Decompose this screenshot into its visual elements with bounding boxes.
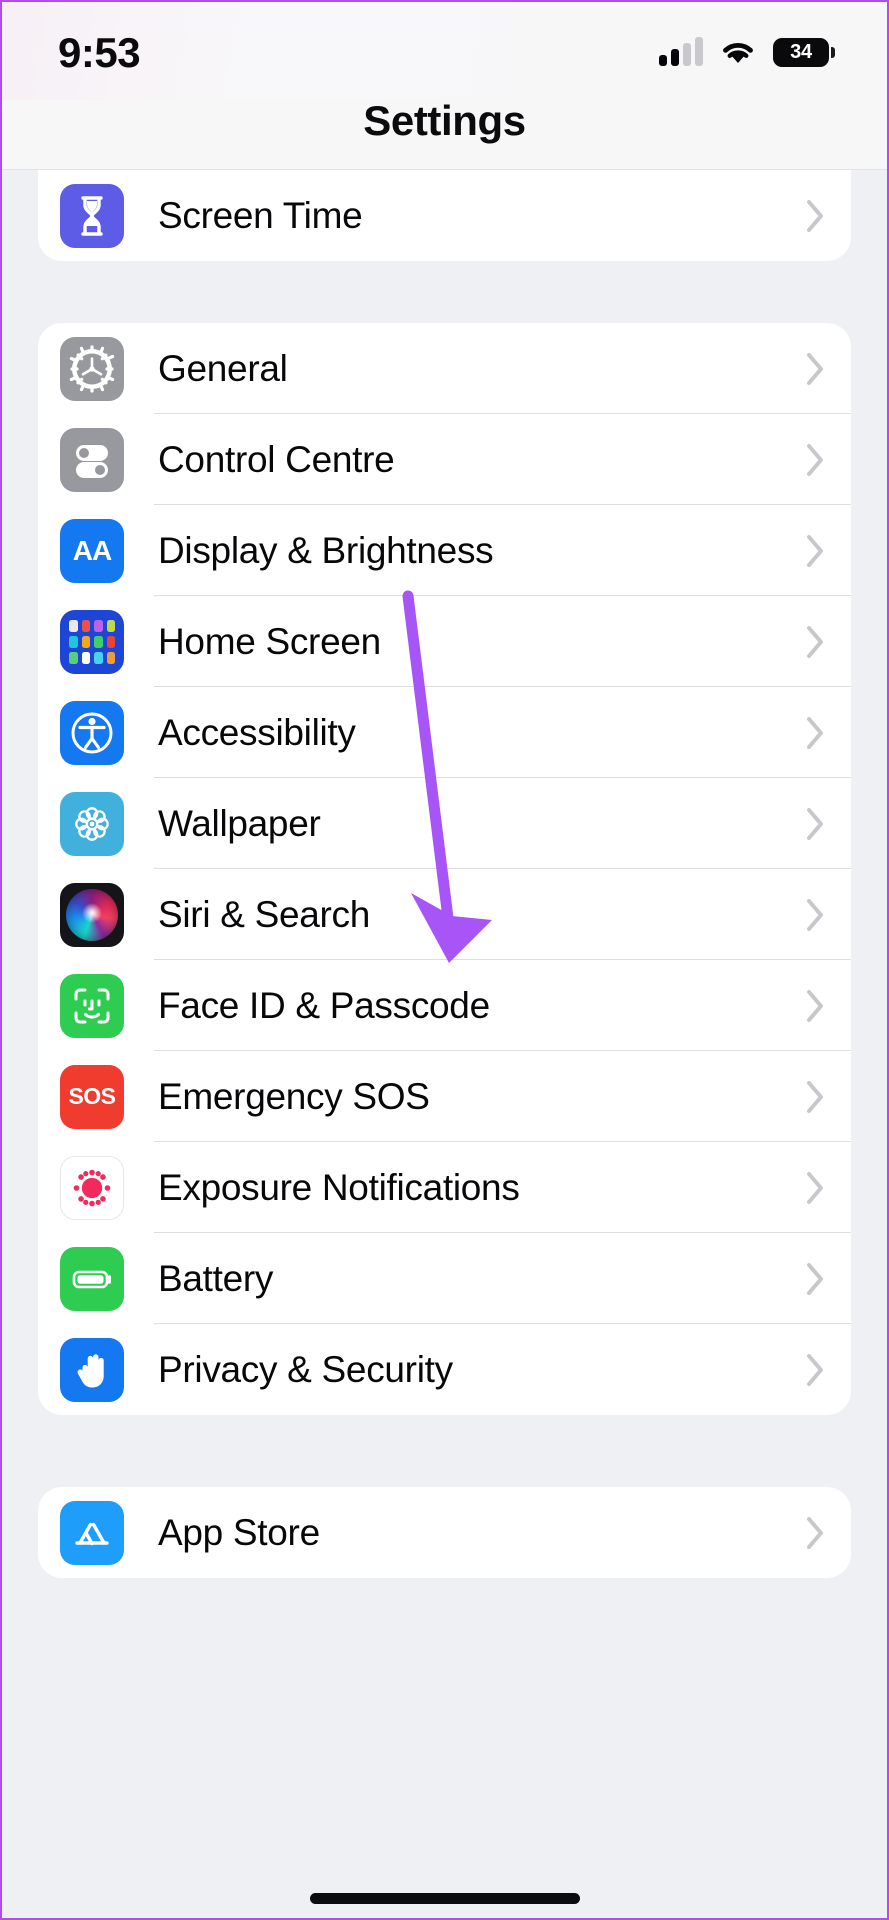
- face-id-icon: [60, 973, 124, 1038]
- chevron-right-icon: [806, 1516, 825, 1550]
- app-store-icon: [60, 1500, 124, 1565]
- battery-icon: 34: [773, 37, 835, 67]
- toggles-icon: [60, 427, 124, 492]
- settings-row-label: Control Centre: [158, 439, 395, 480]
- status-bar-time: 9:53: [58, 29, 141, 76]
- settings-row-label: Accessibility: [158, 712, 356, 753]
- settings-row-battery[interactable]: Battery: [38, 1233, 851, 1324]
- exposure-radiate-icon: [60, 1155, 124, 1220]
- chevron-right-icon: [806, 1171, 825, 1205]
- app-grid-dot: [81, 635, 90, 648]
- chevron-right-icon: [806, 625, 825, 659]
- battery-percent-label: 34: [790, 41, 812, 63]
- app-grid-dot: [81, 619, 90, 632]
- iphone-settings-screen: 9:53 34 Settings Screen Time General Con…: [0, 0, 889, 1920]
- chevron-right-icon: [806, 199, 825, 233]
- settings-group-system: General Control Centre AA Display & Brig…: [38, 323, 851, 1415]
- settings-row-home-screen[interactable]: Home Screen: [38, 596, 851, 687]
- settings-row-label: Emergency SOS: [158, 1076, 430, 1117]
- settings-row-wallpaper[interactable]: Wallpaper: [38, 778, 851, 869]
- app-grid-dot: [94, 619, 103, 632]
- settings-row-label: Siri & Search: [158, 894, 371, 935]
- settings-row-screen-time[interactable]: Screen Time: [38, 170, 851, 261]
- settings-group-screen-time: Screen Time: [38, 170, 851, 261]
- app-grid-dot: [94, 651, 103, 664]
- gear-icon: [60, 336, 124, 401]
- settings-row-display-brightness[interactable]: AA Display & Brightness: [38, 505, 851, 596]
- chevron-right-icon: [806, 1262, 825, 1296]
- sos-glyph: SOS: [68, 1083, 116, 1109]
- settings-row-label: Display & Brightness: [158, 530, 494, 571]
- flower-mandala-icon: [60, 791, 124, 856]
- app-grid-dot: [106, 635, 115, 648]
- settings-row-label: General: [158, 348, 288, 389]
- chevron-right-icon: [806, 352, 825, 386]
- settings-row-label: Exposure Notifications: [158, 1167, 520, 1208]
- chevron-right-icon: [806, 1353, 825, 1387]
- chevron-right-icon: [806, 534, 825, 568]
- accessibility-person-icon: [60, 700, 124, 765]
- settings-row-siri-search[interactable]: Siri & Search: [38, 869, 851, 960]
- settings-row-app-store[interactable]: App Store: [38, 1487, 851, 1578]
- settings-group-store: App Store: [38, 1487, 851, 1578]
- sos-icon: SOS: [60, 1064, 124, 1129]
- app-grid-dot: [69, 619, 78, 632]
- settings-row-control-centre[interactable]: Control Centre: [38, 414, 851, 505]
- settings-row-label: Face ID & Passcode: [158, 985, 490, 1026]
- aa-glyph: AA: [72, 534, 112, 566]
- app-grid-icon: [60, 609, 124, 674]
- settings-row-accessibility[interactable]: Accessibility: [38, 687, 851, 778]
- app-grid-dot: [81, 651, 90, 664]
- settings-row-face-id-passcode[interactable]: Face ID & Passcode: [38, 960, 851, 1051]
- app-grid-dots: [69, 619, 115, 664]
- chevron-right-icon: [806, 443, 825, 477]
- chevron-right-icon: [806, 989, 825, 1023]
- aa-text-icon: AA: [60, 518, 124, 583]
- settings-row-privacy-security[interactable]: Privacy & Security: [38, 1324, 851, 1415]
- settings-scroll-view[interactable]: Screen Time General Control Centre AA Di…: [0, 170, 889, 1920]
- hourglass-icon: [60, 183, 124, 248]
- app-grid-dot: [106, 619, 115, 632]
- page-title: Settings: [363, 97, 526, 144]
- settings-row-label: Privacy & Security: [158, 1349, 453, 1390]
- chevron-right-icon: [806, 1080, 825, 1114]
- siri-orb-icon: [60, 882, 124, 947]
- status-bar: 9:53 34: [0, 0, 889, 100]
- settings-row-exposure-notifications[interactable]: Exposure Notifications: [38, 1142, 851, 1233]
- chevron-right-icon: [806, 716, 825, 750]
- settings-row-label: Screen Time: [158, 195, 363, 236]
- status-bar-indicators: 34: [659, 34, 835, 67]
- wifi-icon: [723, 42, 753, 64]
- app-grid-dot: [69, 651, 78, 664]
- home-indicator: [309, 1893, 580, 1904]
- settings-row-general[interactable]: General: [38, 323, 851, 414]
- cellular-signal-icon: [659, 37, 703, 66]
- navigation-bar: Settings: [0, 100, 889, 170]
- app-grid-dot: [94, 635, 103, 648]
- hand-raised-icon: [60, 1337, 124, 1402]
- app-grid-dot: [106, 651, 115, 664]
- app-grid-dot: [69, 635, 78, 648]
- settings-row-label: App Store: [158, 1512, 320, 1553]
- settings-row-label: Battery: [158, 1258, 274, 1299]
- chevron-right-icon: [806, 807, 825, 841]
- chevron-right-icon: [806, 898, 825, 932]
- settings-row-label: Wallpaper: [158, 803, 321, 844]
- settings-row-label: Home Screen: [158, 621, 381, 662]
- settings-row-emergency-sos[interactable]: SOS Emergency SOS: [38, 1051, 851, 1142]
- battery-icon: [60, 1246, 124, 1311]
